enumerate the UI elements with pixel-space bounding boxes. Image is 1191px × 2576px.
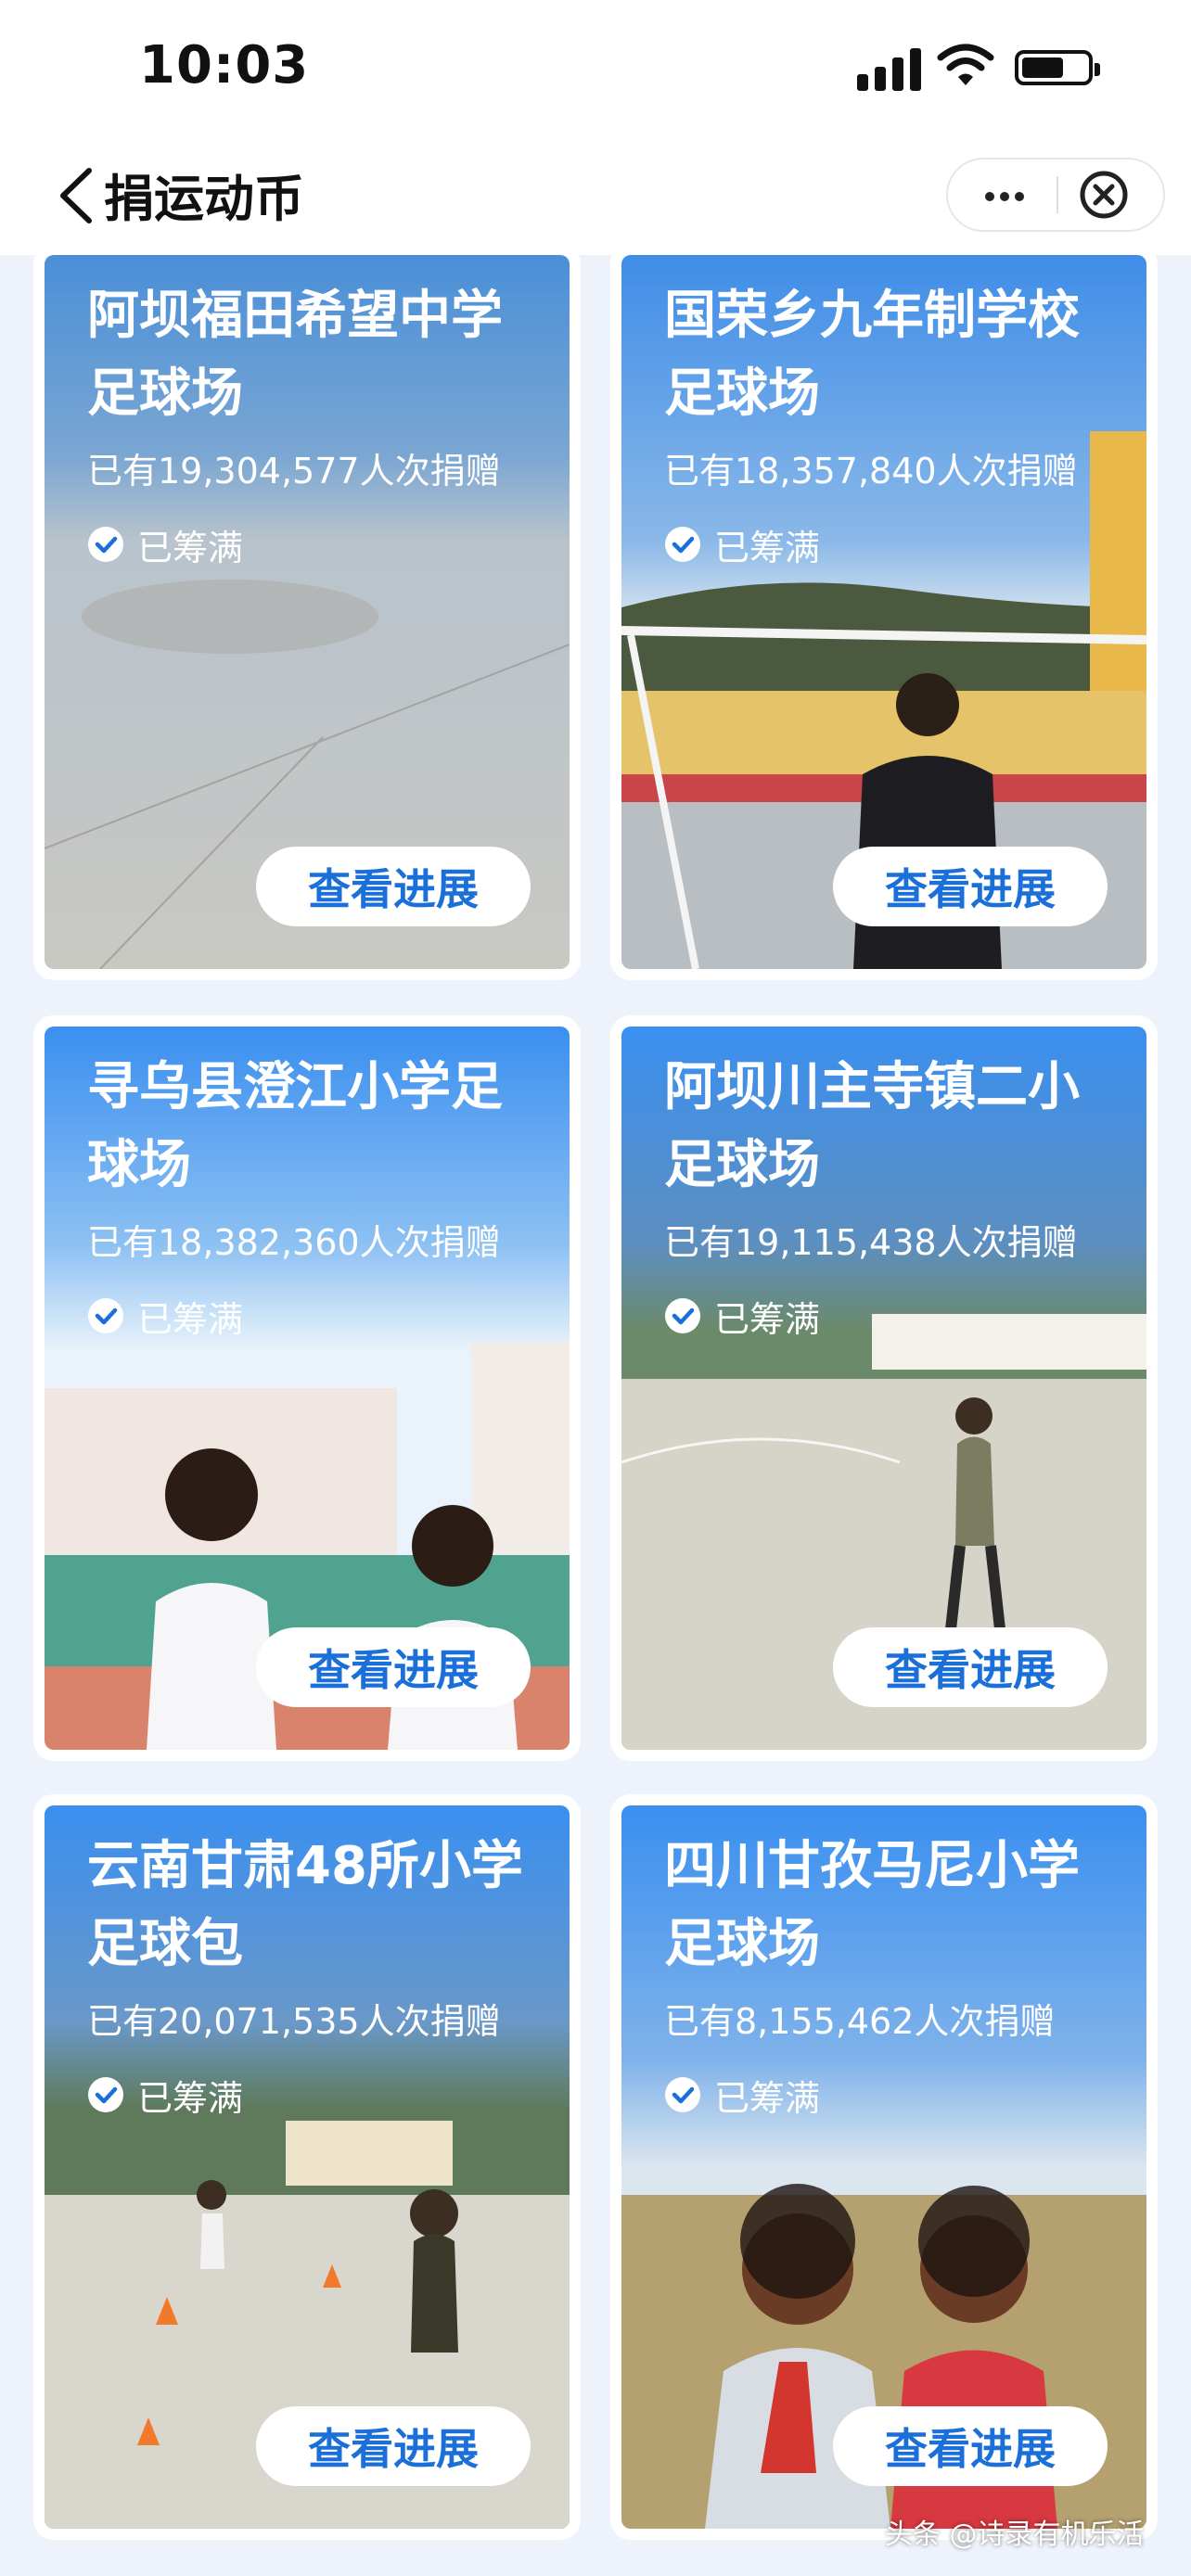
watermark: 头条 @诗录有机乐活 (885, 2519, 1145, 2551)
donor-count: 已有19,115,438人次捐赠 (664, 1222, 1078, 1263)
view-progress-button[interactable]: 查看进展 (256, 847, 531, 926)
status-time: 10:03 (139, 35, 310, 96)
project-grid: 阿坝福田希望中学足球场 已有19,304,577人次捐赠 已筹满 查看进展 国荣… (0, 255, 1191, 2576)
battery-icon (1015, 50, 1100, 85)
wifi-icon (937, 44, 994, 85)
more-dots-icon[interactable] (948, 159, 1057, 230)
status-label: 已筹满 (137, 2077, 244, 2119)
donor-count: 已有8,155,462人次捐赠 (664, 2001, 1056, 2042)
cellular-signal-icon (857, 48, 924, 91)
donor-count: 已有20,071,535人次捐赠 (87, 2001, 501, 2042)
view-progress-button[interactable]: 查看进展 (256, 2406, 531, 2486)
status-bar: 10:03 (0, 0, 1191, 139)
project-card[interactable]: 四川甘孜马尼小学足球场 已有8,155,462人次捐赠 已筹满 查看进展 (621, 1805, 1146, 2529)
project-card[interactable]: 国荣乡九年制学校足球场 已有18,357,840人次捐赠 已筹满 查看进展 (621, 255, 1146, 969)
status-badge: 已筹满 (87, 524, 243, 568)
donor-count: 已有18,357,840人次捐赠 (664, 451, 1078, 491)
project-card[interactable]: 阿坝福田希望中学足球场 已有19,304,577人次捐赠 已筹满 查看进展 (45, 255, 570, 969)
project-card[interactable]: 阿坝川主寺镇二小足球场 已有19,115,438人次捐赠 已筹满 查看进展 (621, 1027, 1146, 1750)
back-arrow-icon[interactable] (54, 165, 98, 226)
status-label: 已筹满 (137, 527, 244, 568)
check-circle-icon (665, 2077, 700, 2112)
status-badge: 已筹满 (87, 2074, 243, 2119)
project-title: 寻乌县澄江小学足球场 (87, 1057, 503, 1195)
project-card[interactable]: 云南甘肃48所小学足球包 已有20,071,535人次捐赠 已筹满 查看进展 (45, 1805, 570, 2529)
project-card[interactable]: 寻乌县澄江小学足球场 已有18,382,360人次捐赠 已筹满 查看进展 (45, 1027, 570, 1750)
project-title: 四川甘孜马尼小学足球场 (664, 1836, 1080, 1974)
view-progress-button[interactable]: 查看进展 (256, 1627, 531, 1707)
check-circle-icon (665, 1298, 700, 1333)
capsule-divider (1057, 176, 1058, 213)
check-circle-icon (88, 2077, 123, 2112)
mini-program-capsule (946, 158, 1165, 232)
status-label: 已筹满 (714, 2077, 821, 2119)
check-circle-icon (665, 527, 700, 562)
status-label: 已筹满 (714, 527, 821, 568)
project-title: 国荣乡九年制学校足球场 (664, 286, 1080, 424)
donor-count: 已有19,304,577人次捐赠 (87, 451, 501, 491)
status-label: 已筹满 (137, 1298, 244, 1340)
check-circle-icon (88, 1298, 123, 1333)
status-badge: 已筹满 (664, 2074, 820, 2119)
status-label: 已筹满 (714, 1298, 821, 1340)
check-circle-icon (88, 527, 123, 562)
page-title: 捐运动币 (104, 170, 304, 228)
donor-count: 已有18,382,360人次捐赠 (87, 1222, 501, 1263)
project-title: 云南甘肃48所小学足球包 (87, 1836, 523, 1974)
status-badge: 已筹满 (664, 1295, 820, 1340)
project-title: 阿坝川主寺镇二小足球场 (664, 1057, 1080, 1195)
view-progress-button[interactable]: 查看进展 (833, 847, 1108, 926)
close-circle-icon[interactable] (1078, 169, 1130, 221)
project-title: 阿坝福田希望中学足球场 (87, 286, 503, 424)
view-progress-button[interactable]: 查看进展 (833, 2406, 1108, 2486)
status-badge: 已筹满 (664, 524, 820, 568)
view-progress-button[interactable]: 查看进展 (833, 1627, 1108, 1707)
nav-bar: 捐运动币 (0, 139, 1191, 255)
status-badge: 已筹满 (87, 1295, 243, 1340)
